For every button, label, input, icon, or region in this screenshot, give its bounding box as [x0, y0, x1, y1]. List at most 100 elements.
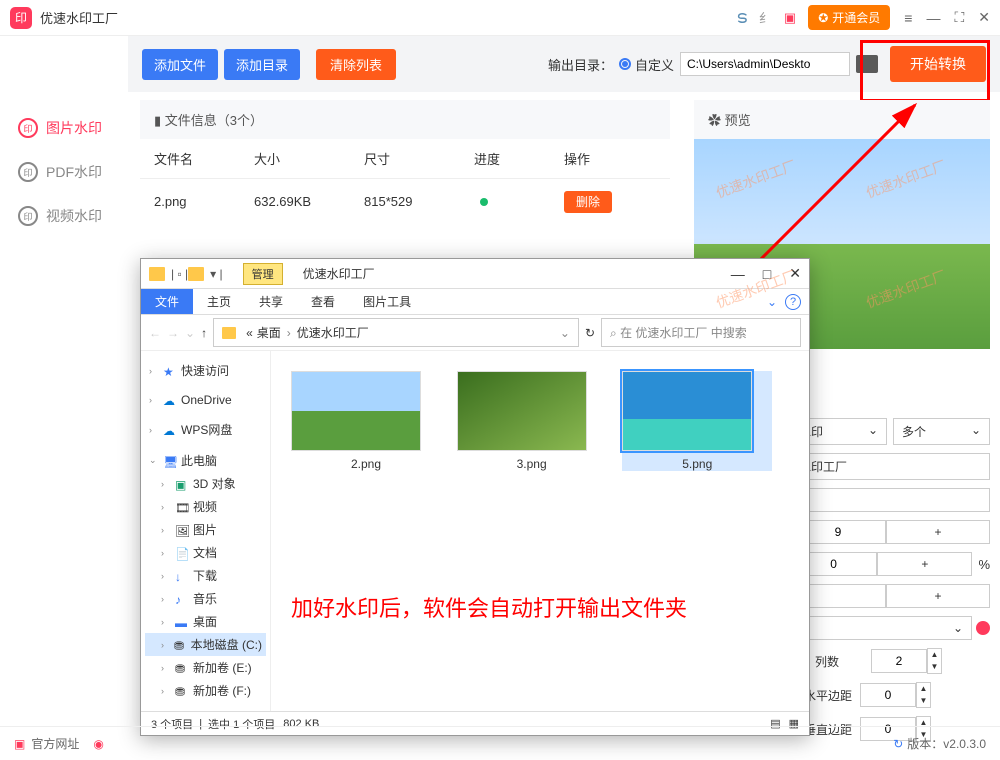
plus-button[interactable]: + — [886, 520, 990, 544]
explorer-tree: ›★快速访问 ›☁OneDrive ›☁WPS网盘 ⌄🖥此电脑 ›▣3D 对象 … — [141, 351, 271, 711]
tree-drive-f[interactable]: ›⛃新加卷 (F:) — [145, 679, 266, 702]
start-convert-button[interactable]: 开始转换 — [890, 46, 986, 82]
thumb-name: 2.png — [291, 457, 441, 471]
tree-videos[interactable]: ›🎞视频 — [145, 495, 266, 518]
tree-wps[interactable]: ›☁WPS网盘 — [145, 418, 266, 441]
official-site-link[interactable]: 官方网址 — [31, 735, 79, 752]
stepper[interactable]: ▲▼ — [916, 682, 931, 708]
nav-up[interactable]: ↑ — [201, 326, 207, 340]
vip-button[interactable]: ✪ 开通会员 — [808, 5, 890, 30]
ribbon-home[interactable]: 主页 — [193, 289, 245, 314]
chevron-down-icon: ⌄ — [971, 423, 981, 440]
sidebar-item-video-watermark[interactable]: 印 视频水印 — [0, 194, 128, 238]
maximize-button[interactable]: ⛶ — [954, 9, 964, 26]
ribbon-view[interactable]: 查看 — [297, 289, 349, 314]
thumb-image — [457, 371, 587, 451]
plus-button[interactable]: + — [877, 552, 972, 576]
footer: ▣ 官方网址 ◉ ↻ 版本： v2.0.3.0 — [0, 726, 1000, 760]
sidebar-item-label: PDF水印 — [46, 162, 102, 182]
file-table-row[interactable]: 2.png 632.69KB 815*529 删除 — [140, 179, 670, 224]
file-thumb[interactable]: 5.png — [622, 371, 772, 471]
explorer-titlebar: | ▫ | ▾ | 管理 优速水印工厂 — □ ✕ — [141, 259, 809, 289]
exp-minimize[interactable]: — — [731, 266, 745, 282]
explorer-title: 优速水印工厂 — [303, 265, 375, 282]
close-button[interactable]: ✕ — [978, 9, 990, 26]
sidebar-item-pdf-watermark[interactable]: 印 PDF水印 — [0, 150, 128, 194]
preview-heading: ✿ 预览 — [694, 100, 990, 139]
tree-desktop[interactable]: ›▬桌面 — [145, 610, 266, 633]
cell-dim: 815*529 — [364, 194, 474, 209]
explorer-file-view: 2.png 3.png 5.png 加好水印后，软件会自动打开输出文件夹 — [271, 351, 809, 711]
warning-icon — [976, 621, 990, 635]
sidebar-item-label: 视频水印 — [46, 206, 102, 226]
watermark-text: 优速水印工厂 — [863, 265, 949, 313]
search-input[interactable]: ⌕ 在 优速水印工厂 中搜索 — [601, 318, 801, 347]
sidebar: 印 图片水印 印 PDF水印 印 视频水印 — [0, 36, 128, 726]
address-bar[interactable]: « 桌面 › 优速水印工厂 ⌄ — [213, 318, 579, 347]
cell-size: 632.69KB — [254, 194, 364, 209]
output-path-input[interactable] — [680, 52, 850, 76]
ribbon-pictools[interactable]: 图片工具 — [349, 289, 425, 314]
app-title: 优速水印工厂 — [40, 8, 118, 27]
menu-icon[interactable]: ≡ — [904, 10, 912, 26]
watermark-text-input[interactable]: 水印工厂 — [790, 453, 990, 480]
cols-input[interactable] — [871, 649, 927, 673]
nav-chevron[interactable]: ⌄ — [185, 326, 195, 340]
minimize-button[interactable]: — — [926, 10, 940, 26]
hmargin-label: 水平边距 — [804, 687, 860, 704]
file-explorer-window: | ▫ | ▾ | 管理 优速水印工厂 — □ ✕ 文件 主页 共享 查看 图片… — [140, 258, 810, 736]
ribbon-file[interactable]: 文件 — [141, 289, 193, 314]
refresh-icon[interactable]: ↻ — [585, 326, 595, 340]
tree-drive-e[interactable]: ›⛃新加卷 (E:) — [145, 656, 266, 679]
hmargin-input[interactable] — [860, 683, 916, 707]
browse-folder-icon[interactable] — [856, 55, 878, 73]
nav-forward[interactable]: → — [167, 326, 179, 340]
refresh-icon[interactable]: ↻ — [893, 737, 903, 751]
tree-downloads[interactable]: ›↓下载 — [145, 564, 266, 587]
ribbon-share[interactable]: 共享 — [245, 289, 297, 314]
tree-thispc[interactable]: ⌄🖥此电脑 — [145, 449, 266, 472]
layout-select[interactable]: ⌄ — [790, 616, 972, 640]
file-list-panel: ▮ 文件信息（3个） 文件名 大小 尺寸 进度 操作 2.png 632.69K… — [140, 100, 670, 224]
shield-icon[interactable]: ▣ — [784, 10, 796, 26]
col-size: 大小 — [254, 149, 364, 168]
tree-music[interactable]: ›♪音乐 — [145, 587, 266, 610]
sidebar-item-image-watermark[interactable]: 印 图片水印 — [0, 106, 128, 150]
nav-back[interactable]: ← — [149, 326, 161, 340]
tree-docs[interactable]: ›📄文档 — [145, 541, 266, 564]
titlebar: 印 优速水印工厂 ട 纟 ▣ ✪ 开通会员 ≡ — ⛶ ✕ — [0, 0, 1000, 36]
image-watermark-icon: 印 — [18, 118, 38, 138]
vip-icon: ✪ — [818, 11, 828, 25]
file-table-header: 文件名 大小 尺寸 进度 操作 — [140, 139, 670, 179]
col-prog: 进度 — [474, 149, 564, 168]
tree-onedrive[interactable]: ›☁OneDrive — [145, 390, 266, 410]
plus-button[interactable]: + — [886, 584, 990, 608]
dropdown[interactable]: ⌄ — [790, 488, 990, 512]
wechat-icon[interactable]: ◉ — [93, 737, 103, 751]
watermark-count-select[interactable]: 多个⌄ — [893, 418, 990, 445]
tree-3d[interactable]: ›▣3D 对象 — [145, 472, 266, 495]
add-dir-button[interactable]: 添加目录 — [224, 49, 300, 80]
tree-quickaccess[interactable]: ›★快速访问 — [145, 359, 266, 382]
tree-pictures[interactable]: ›🖼图片 — [145, 518, 266, 541]
clear-list-button[interactable]: 清除列表 — [316, 49, 396, 80]
output-dir-label: 输出目录： — [548, 55, 613, 74]
delete-button[interactable]: 删除 — [564, 191, 612, 213]
file-thumb[interactable]: 2.png — [291, 371, 441, 471]
manage-tag: 管理 — [243, 263, 283, 285]
help-icon[interactable]: ? — [785, 294, 801, 310]
add-file-button[interactable]: 添加文件 — [142, 49, 218, 80]
file-thumb[interactable]: 3.png — [457, 371, 607, 471]
col-name: 文件名 — [154, 149, 254, 168]
output-mode: 自定义 — [635, 55, 674, 74]
cell-name: 2.png — [154, 194, 254, 209]
folder-icon — [188, 267, 204, 281]
tree-drive-c[interactable]: ›⛃本地磁盘 (C:) — [145, 633, 266, 656]
stepper[interactable]: ▲▼ — [927, 648, 942, 674]
output-radio[interactable] — [619, 58, 631, 70]
chevron-down-icon: ⌄ — [868, 423, 878, 440]
chevron-down-icon[interactable]: ⌄ — [767, 295, 777, 309]
search-icon: ⌕ — [610, 326, 620, 340]
pdf-watermark-icon: 印 — [18, 162, 38, 182]
version-value: v2.0.3.0 — [943, 737, 986, 751]
